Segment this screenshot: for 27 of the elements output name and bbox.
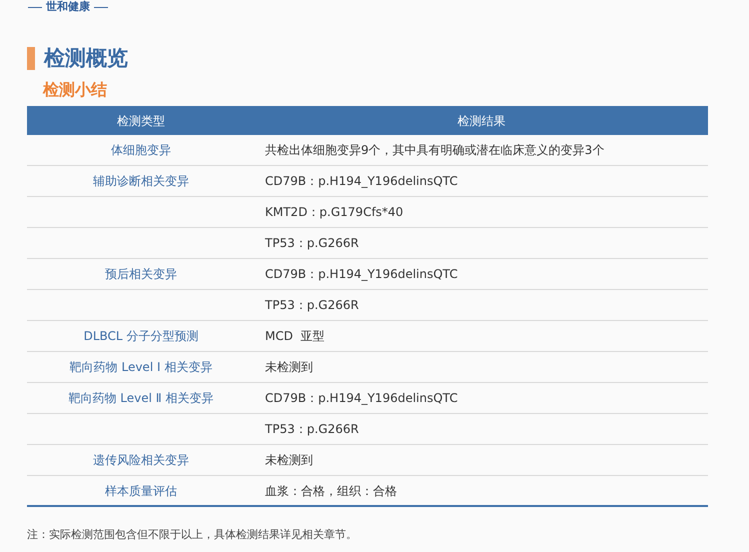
table-cell-text: TP53：p.G266R bbox=[265, 297, 359, 314]
column-header: 检测结果 bbox=[456, 112, 506, 130]
table-cell-text: 靶向药物 Level Ⅱ 相关变异 bbox=[68, 390, 214, 407]
table-cell-text: TP53：p.G266R bbox=[265, 421, 359, 438]
table-cell-text: 预后相关变异 bbox=[105, 266, 177, 283]
table-cell-text: 未检测到 bbox=[265, 452, 313, 469]
table-cell-text: MCD 亚型 bbox=[265, 328, 325, 345]
table-cell-text: 辅助诊断相关变异 bbox=[93, 173, 189, 190]
section-marker bbox=[27, 46, 35, 70]
footnote: 注：实际检测范围包含但不限于以上，具体检测结果详见相关章节。 bbox=[27, 527, 358, 543]
table-cell-text: DLBCL 分子分型预测 bbox=[84, 328, 198, 345]
table-cell-text: 遗传风险相关变异 bbox=[93, 452, 189, 469]
section-title: 检测概览 bbox=[44, 45, 128, 71]
table-cell-text: KMT2D：p.G179Cfs*40 bbox=[265, 204, 404, 221]
brand-logo-text: 世和健康 bbox=[46, 0, 90, 14]
table-cell-text: 样本质量评估 bbox=[105, 482, 177, 500]
table-cell-text: TP53：p.G266R bbox=[265, 235, 359, 252]
table-cell-text: CD79B：p.H194_Y196delinsQTC bbox=[265, 173, 458, 190]
subsection-title: 检测小结 bbox=[43, 80, 108, 100]
table-cell-text: 靶向药物 Level Ⅰ 相关变异 bbox=[70, 359, 212, 376]
column-header: 检测类型 bbox=[116, 112, 166, 130]
table-cell-text: 血浆：合格，组织：合格 bbox=[265, 482, 397, 500]
table-cell-text: 未检测到 bbox=[265, 359, 313, 376]
table-cell-text: 体细胞变异 bbox=[111, 142, 171, 159]
table-cell-text: CD79B：p.H194_Y196delinsQTC bbox=[265, 266, 458, 283]
table-cell-text: 共检出体细胞变异9个，其中具有明确或潜在临床意义的变异3个 bbox=[265, 142, 604, 159]
table-cell-text: CD79B：p.H194_Y196delinsQTC bbox=[265, 390, 458, 407]
